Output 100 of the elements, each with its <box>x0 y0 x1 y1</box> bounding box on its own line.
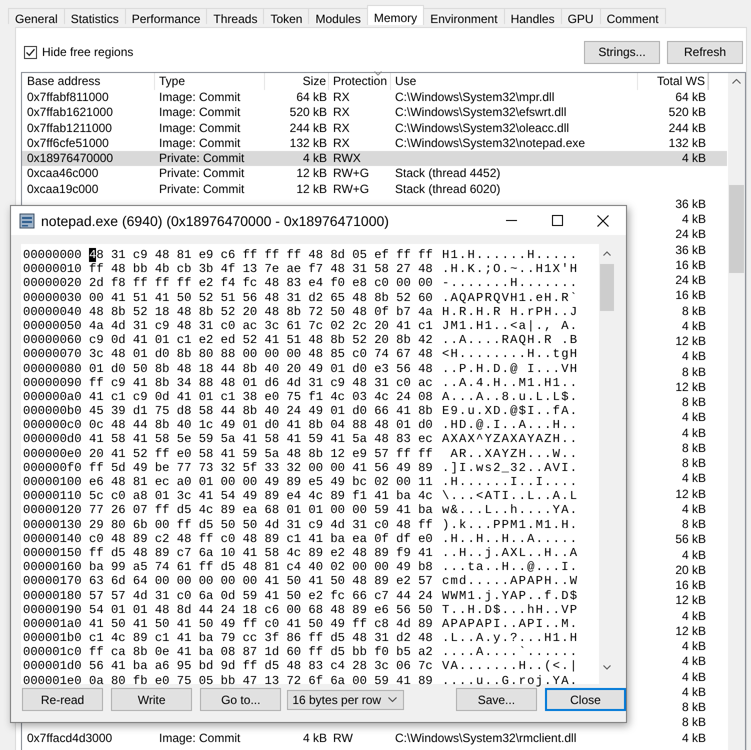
hex-bytes: ff 5d 49 be 77 73 32 5f 33 32 00 00 41 56 49 89 <box>89 460 433 475</box>
table-cell: 4 kB <box>302 151 327 166</box>
memory-row[interactable]: 0x7ffab1621000 Image: Commit 520 kB RX C:\Windows\System32\efswrt.dll 520 kB <box>22 105 727 120</box>
tab[interactable]: Environment <box>423 8 505 24</box>
tab[interactable]: Threads <box>206 8 264 24</box>
table-cell: 520 kB <box>290 105 327 120</box>
toolbar-button[interactable]: Refresh <box>667 40 743 64</box>
hex-offset: 000001e0 <box>23 674 83 688</box>
table-cell: RX <box>333 105 350 120</box>
table-cell: 0xcaa19c000 <box>27 182 98 197</box>
hex-offset: 00000190 <box>23 602 83 617</box>
table-cell: C:\Windows\System32\mpr.dll <box>395 90 554 106</box>
column-header[interactable]: Size <box>302 73 326 90</box>
hex-bytes: e6 48 81 ec a0 01 00 00 49 89 e5 49 bc 02 00 11 <box>89 475 433 490</box>
scrollbar-thumb[interactable] <box>600 264 614 311</box>
column-header[interactable]: Total WS <box>656 73 705 90</box>
memory-row[interactable]: 0x7ffabf811000 Image: Commit 64 kB RX C:\Windows\System32\mpr.dll 64 kB <box>22 90 727 106</box>
table-cell: 12 kB <box>296 182 327 197</box>
hex-ascii: JM1.H1..<a|., A. <box>442 318 578 334</box>
tab[interactable]: Token <box>263 8 310 24</box>
tab[interactable]: Statistics <box>64 8 126 24</box>
memory-row[interactable]: 0xcaa46c000 Private: Commit 12 kB RW+G Stack (thread 4452) <box>22 166 727 182</box>
hex-ascii: AXAX^YZAXAYAZH.. <box>442 432 578 447</box>
hex-bytes: 4a 4d 31 c9 48 31 c0 ac 3c 61 7c 02 2c 20 41 c1 <box>89 318 433 334</box>
hex-ascii: ..H..j.AXL..H..A <box>442 546 578 560</box>
memory-row[interactable]: 0x7ffab1211000 Image: Commit 244 kB RX C:\Windows\System32\oleacc.dll 244 kB <box>22 120 727 136</box>
hex-ascii: w&...L..h....YA. <box>442 503 578 518</box>
dialog-button[interactable]: Write <box>111 688 192 711</box>
hex-ascii: \...<ATI..L..A.L <box>442 489 578 504</box>
tab[interactable]: Comment <box>600 8 666 24</box>
scrollbar-thumb[interactable] <box>729 185 744 273</box>
hex-bytes: c0 48 89 c2 48 ff c0 48 89 c1 41 ba ea 0f df e0 <box>89 532 433 546</box>
table-cell: 4 kB <box>302 730 327 746</box>
table-cell: 520 kB <box>668 105 706 120</box>
memory-row[interactable]: 0xcaa19c000 Private: Commit 12 kB RW+G Stack (thread 6020) <box>22 182 727 197</box>
scroll-up-icon[interactable] <box>603 251 611 256</box>
scroll-up-icon[interactable] <box>732 79 741 84</box>
hex-offset: 000001d0 <box>23 659 83 674</box>
hex-ascii: APAPAPI..API..M. <box>442 616 578 632</box>
tab[interactable]: Handles <box>504 8 562 24</box>
table-cell: Image: Commit <box>159 120 240 136</box>
table-cell: 24 kB <box>675 227 706 242</box>
hex-offset: 00000070 <box>23 347 83 362</box>
hex-offset: 00000120 <box>23 503 83 518</box>
hex-offset: 00000160 <box>23 560 83 574</box>
column-header[interactable]: Use <box>395 73 416 90</box>
table-cell: Private: Commit <box>159 182 244 197</box>
hex-ascii: VA.......H..(<.| <box>442 659 578 674</box>
tab[interactable]: General <box>8 8 65 24</box>
hex-bytes: 8 31 c9 48 81 e9 c6 ff ff ff 48 8d 05 ef ff ff <box>96 248 433 262</box>
dialog-button[interactable]: Go to... <box>200 688 282 711</box>
hex-bytes: 77 26 07 ff d5 4c 89 ea 68 01 01 00 00 59 41 ba <box>89 503 433 518</box>
hex-offset: 00000000 <box>23 248 83 262</box>
table-cell: 0x7ffacd4d3000 <box>27 730 112 746</box>
tab[interactable]: Modules <box>308 8 368 24</box>
memory-row[interactable]: 0x7ff6cfe51000 Image: Commit 132 kB RX C:\Windows\System32\notepad.exe 132 kB <box>22 136 727 151</box>
caret-down-icon <box>388 697 397 702</box>
column-header[interactable]: Protection <box>333 73 388 90</box>
hex-ascii: ...ta..H..@...I. <box>442 560 578 574</box>
hex-ascii: cmd.....APAPH..W <box>442 574 578 588</box>
tab[interactable]: Performance <box>124 8 208 24</box>
dialog-button[interactable]: Re-read <box>22 688 104 711</box>
table-cell: 244 kB <box>290 120 327 136</box>
hex-ascii: A...A..8.u.L.L$. <box>442 390 578 404</box>
memory-row[interactable]: 0x7ffacd4d3000 Image: Commit 4 kB RW C:\Windows\System32\rmclient.dll 4 kB <box>22 730 727 746</box>
hex-ascii: H1.H......H..... <box>442 248 578 262</box>
toolbar-button[interactable]: Strings... <box>584 40 660 64</box>
hex-bytes: ff 48 bb 4b cb 3b 4f 13 7e ae f7 48 31 58 27 48 <box>89 262 433 276</box>
column-header[interactable]: Type <box>159 73 186 90</box>
table-cell: Private: Commit <box>159 151 244 166</box>
table-cell: 4 kB <box>682 151 706 166</box>
table-cell: 36 kB <box>675 196 706 212</box>
scroll-down-icon[interactable] <box>603 665 611 670</box>
hex-bytes: 01 d0 50 8b 48 18 44 8b 40 20 49 01 d0 e3 56 48 <box>89 362 433 376</box>
table-cell: 132 kB <box>290 136 327 151</box>
tab[interactable]: Memory <box>366 5 424 25</box>
table-cell: 0xcaa46c000 <box>27 166 98 182</box>
hex-ascii: T..H.D$...hH..VP <box>442 602 578 617</box>
hex-ascii: .L..A.y.?...H1.H <box>442 631 578 646</box>
dialog-button[interactable]: Save... <box>456 688 537 711</box>
hex-bytes: ff c9 41 8b 34 88 48 01 d6 4d 31 c9 48 31 c0 ac <box>89 376 433 390</box>
hide-free-regions-checkbox[interactable]: Hide free regions <box>24 45 134 59</box>
bytes-per-row-dropdown[interactable]: 16 bytes per row <box>287 690 404 710</box>
tab[interactable]: GPU <box>560 8 601 24</box>
dialog-button[interactable]: Close <box>544 688 626 711</box>
hex-offset: 000000e0 <box>23 446 83 461</box>
hex-ascii: .H......I..I.... <box>442 475 578 490</box>
table-cell: C:\Windows\System32\notepad.exe <box>395 136 586 151</box>
table-cell: 0x7ffabf811000 <box>27 90 109 106</box>
table-cell: Image: Commit <box>159 90 240 106</box>
app-icon <box>19 212 35 228</box>
table-cell: Stack (thread 6020) <box>395 182 500 197</box>
table-cell: 132 kB <box>668 136 706 151</box>
hex-ascii: ..P.H.D.@ I...VH <box>442 362 578 376</box>
scrollbar[interactable] <box>728 73 745 750</box>
table-cell: Stack (thread 4452) <box>395 166 500 182</box>
hex-offset: 00000010 <box>23 262 83 276</box>
table-cell: 0x7ffab1621000 <box>27 105 113 120</box>
column-header[interactable]: Base address <box>27 73 100 90</box>
memory-row[interactable]: 0x18976470000 Private: Commit 4 kB RWX 4 kB <box>22 151 727 166</box>
